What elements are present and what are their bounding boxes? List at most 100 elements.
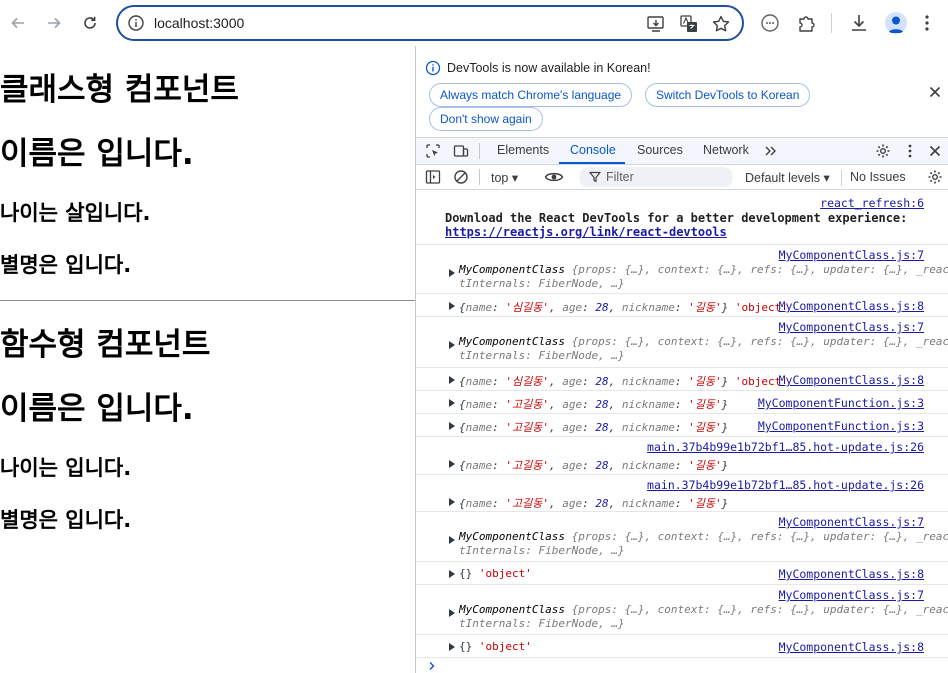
- object-preview[interactable]: {name: '고길동', age: 28, nickname: '길동'}: [459, 396, 728, 412]
- object-preview[interactable]: MyComponentClass {props: {…}, context: {…: [459, 603, 948, 616]
- console-output: react_refresh:6 Download the React DevTo…: [416, 191, 948, 673]
- device-toolbar-icon[interactable]: [453, 143, 469, 159]
- clear-console-icon[interactable]: [453, 169, 469, 185]
- object-preview[interactable]: MyComponentClass {props: {…}, context: {…: [459, 335, 948, 348]
- source-link[interactable]: react_refresh:6: [820, 196, 924, 210]
- class-name-heading: 이름은 입니다.: [0, 136, 194, 172]
- log-levels-dropdown[interactable]: Default levels ▾: [745, 170, 830, 185]
- live-expression-eye-icon[interactable]: [544, 169, 564, 185]
- expand-triangle-icon[interactable]: [449, 376, 455, 384]
- expand-triangle-icon[interactable]: [449, 498, 455, 506]
- filter-input[interactable]: Filter: [579, 167, 733, 187]
- language-infobar: DevTools is now available in Korean! Alw…: [416, 46, 948, 138]
- tab-network[interactable]: Network: [703, 143, 749, 157]
- expand-triangle-icon[interactable]: [449, 302, 455, 310]
- object-preview[interactable]: {name: '심길동', age: 28, nickname: '길동'} '…: [459, 299, 788, 315]
- function-name-heading: 이름은 입니다.: [0, 391, 194, 427]
- source-link[interactable]: MyComponentClass.js:7: [779, 320, 924, 334]
- always-match-language-button[interactable]: Always match Chrome's language: [429, 83, 633, 107]
- source-link[interactable]: main.37b4b99e1b72bf1…85.hot-update.js:26: [647, 478, 924, 492]
- log-levels-value: Default levels: [745, 171, 821, 185]
- downloads-icon[interactable]: [848, 12, 870, 34]
- settings-gear-icon[interactable]: [875, 143, 891, 159]
- site-info-icon[interactable]: [127, 14, 145, 32]
- extensions-puzzle-icon[interactable]: [796, 12, 818, 34]
- sidebar-toggle-icon[interactable]: [425, 169, 441, 185]
- object-preview[interactable]: {} 'object': [459, 567, 532, 580]
- profile-avatar-icon[interactable]: [885, 12, 907, 34]
- console-message: react_refresh:6 Download the React DevTo…: [416, 191, 948, 243]
- object-preview[interactable]: {name: '고길동', age: 28, nickname: '길동'}: [459, 457, 728, 473]
- console-prompt-row[interactable]: [416, 657, 948, 673]
- toolbar-divider: [831, 13, 832, 33]
- source-link[interactable]: MyComponentClass.js:8: [779, 567, 924, 581]
- object-preview[interactable]: MyComponentClass {props: {…}, context: {…: [459, 263, 948, 276]
- context-select[interactable]: top ▾: [491, 170, 518, 185]
- tab-divider: [479, 143, 480, 159]
- console-message: MyComponentClass.js:7 MyComponentClass {…: [416, 244, 948, 292]
- url-text[interactable]: localhost:3000: [154, 15, 244, 31]
- class-component-heading: 클래스형 컴포넌트: [0, 72, 239, 108]
- address-bar[interactable]: localhost:3000: [116, 5, 744, 41]
- react-devtools-link[interactable]: https://reactjs.org/link/react-devtools: [445, 225, 727, 239]
- issues-counter[interactable]: No Issues: [841, 170, 906, 186]
- expand-triangle-icon[interactable]: [449, 570, 455, 578]
- expand-triangle-icon[interactable]: [449, 399, 455, 407]
- switch-to-korean-button[interactable]: Switch DevTools to Korean: [645, 83, 811, 107]
- forward-arrow-icon[interactable]: [42, 11, 66, 35]
- source-link[interactable]: MyComponentClass.js:8: [779, 299, 924, 313]
- tab-elements[interactable]: Elements: [497, 143, 549, 157]
- toolbar-divider: [479, 169, 480, 185]
- object-preview[interactable]: MyComponentClass {props: {…}, context: {…: [459, 530, 948, 543]
- source-link[interactable]: MyComponentFunction.js:3: [758, 396, 924, 410]
- console-settings-gear-icon[interactable]: [927, 169, 943, 185]
- page-viewport: 클래스형 컴포넌트 이름은 입니다. 나이는 살입니다. 별명은 입니다. 함수…: [0, 46, 415, 673]
- install-app-icon[interactable]: [646, 14, 666, 34]
- inspect-element-icon[interactable]: [425, 143, 441, 159]
- function-nickname-text: 별명은 입니다.: [0, 508, 132, 532]
- console-toolbar: top ▾ Filter Default levels ▾ No Issues: [416, 165, 948, 190]
- translate-icon[interactable]: [679, 14, 699, 34]
- console-message: MyComponentClass.js:7 MyComponentClass {…: [416, 316, 948, 364]
- active-tab-indicator: [559, 162, 625, 164]
- source-link[interactable]: MyComponentClass.js:8: [779, 373, 924, 387]
- source-link[interactable]: MyComponentClass.js:7: [779, 248, 924, 262]
- console-message: MyComponentClass.js:7 MyComponentClass {…: [416, 584, 948, 632]
- expand-triangle-icon[interactable]: [449, 341, 455, 349]
- close-icon[interactable]: [927, 84, 943, 100]
- more-tabs-chevron-icon[interactable]: [763, 143, 779, 159]
- devtools-menu-icon[interactable]: [902, 143, 918, 159]
- expand-triangle-icon[interactable]: [449, 643, 455, 651]
- source-link[interactable]: main.37b4b99e1b72bf1…85.hot-update.js:26: [647, 440, 924, 454]
- tab-console[interactable]: Console: [570, 143, 616, 157]
- expand-triangle-icon[interactable]: [449, 269, 455, 277]
- expand-triangle-icon[interactable]: [449, 609, 455, 617]
- object-preview[interactable]: {name: '고길동', age: 28, nickname: '길동'}: [459, 419, 728, 435]
- class-age-text: 나이는 살입니다.: [0, 201, 151, 225]
- console-message: MyComponentClass.js:8 {} 'object': [416, 561, 948, 583]
- extension-devtools-icon[interactable]: [759, 12, 781, 34]
- kebab-menu-icon[interactable]: [916, 12, 938, 34]
- object-preview[interactable]: {name: '고길동', age: 28, nickname: '길동'}: [459, 495, 728, 511]
- expand-triangle-icon[interactable]: [449, 460, 455, 468]
- object-preview-cont: tInternals: FiberNode, …}: [459, 544, 625, 557]
- expand-triangle-icon[interactable]: [449, 422, 455, 430]
- source-link[interactable]: MyComponentClass.js:8: [779, 640, 924, 654]
- devtools-tab-bar: Elements Console Sources Network: [416, 138, 948, 165]
- reload-icon[interactable]: [78, 11, 102, 35]
- close-devtools-icon[interactable]: [927, 143, 943, 159]
- source-link[interactable]: MyComponentFunction.js:3: [758, 419, 924, 433]
- function-age-text: 나이는 입니다.: [0, 456, 132, 480]
- source-link[interactable]: MyComponentClass.js:7: [779, 588, 924, 602]
- browser-toolbar: localhost:3000: [0, 0, 948, 46]
- console-message: MyComponentClass.js:7 MyComponentClass {…: [416, 511, 948, 559]
- source-link[interactable]: MyComponentClass.js:7: [779, 515, 924, 529]
- expand-triangle-icon[interactable]: [449, 536, 455, 544]
- bookmark-star-icon[interactable]: [711, 14, 731, 34]
- message-text: Download the React DevTools for a better…: [445, 211, 908, 225]
- dont-show-again-button[interactable]: Don't show again: [429, 107, 543, 131]
- object-preview[interactable]: {} 'object': [459, 640, 532, 653]
- tab-sources[interactable]: Sources: [637, 143, 683, 157]
- object-preview[interactable]: {name: '심길동', age: 28, nickname: '길동'} '…: [459, 373, 788, 389]
- back-arrow-icon[interactable]: [6, 11, 30, 35]
